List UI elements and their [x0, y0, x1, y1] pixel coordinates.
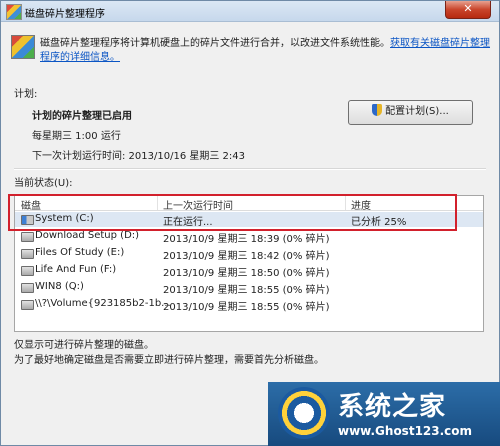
hard-drive-icon [21, 283, 34, 293]
dialog-content: 磁盘碎片整理程序将计算机硬盘上的碎片文件进行合并，以改进文件系统性能。获取有关磁… [8, 23, 492, 443]
disk-row-d[interactable]: Download Setup (D:) 2013/10/9 星期三 18:39 … [15, 229, 483, 245]
hard-drive-icon [21, 300, 34, 310]
disk-last-run: 2013/10/9 星期三 18:55 (0% 碎片) [163, 302, 330, 313]
close-button[interactable]: ✕ [445, 1, 491, 19]
disk-last-run: 2013/10/9 星期三 18:42 (0% 碎片) [163, 251, 330, 262]
disk-list[interactable]: 磁盘 上一次运行时间 进度 System (C:) 正在运行... 已分析 25… [14, 195, 484, 332]
defrag-app-icon [6, 4, 22, 20]
disk-row-c[interactable]: System (C:) 正在运行... 已分析 25% [15, 212, 483, 228]
disk-name: Life And Fun (F:) [35, 264, 117, 275]
column-progress[interactable]: 进度 [351, 197, 371, 212]
section-divider [14, 168, 486, 170]
hard-drive-icon [21, 249, 34, 259]
intro-text: 磁盘碎片整理程序将计算机硬盘上的碎片文件进行合并，以改进文件系统性能。 [40, 38, 390, 49]
disk-last-run: 2013/10/9 星期三 18:55 (0% 碎片) [163, 285, 330, 296]
schedule-frequency: 每星期三 1:00 运行 [32, 131, 121, 142]
configure-schedule-button[interactable]: 配置计划(S)... [348, 100, 473, 125]
column-divider[interactable] [345, 196, 346, 210]
disk-list-header: 磁盘 上一次运行时间 进度 [15, 196, 483, 212]
disk-name: Download Setup (D:) [35, 230, 140, 241]
disk-name: WIN8 (Q:) [35, 281, 84, 292]
disk-last-run: 正在运行... [163, 217, 213, 228]
intro-description: 磁盘碎片整理程序将计算机硬盘上的碎片文件进行合并，以改进文件系统性能。获取有关磁… [40, 37, 490, 65]
disk-row-volume[interactable]: \\?\Volume{923185b2-1b... 2013/10/9 星期三 … [15, 297, 483, 313]
system-drive-icon [21, 215, 34, 225]
hard-drive-icon [21, 266, 34, 276]
hard-drive-icon [21, 232, 34, 242]
disk-row-q[interactable]: WIN8 (Q:) 2013/10/9 星期三 18:55 (0% 碎片) [15, 280, 483, 296]
disk-last-run: 2013/10/9 星期三 18:39 (0% 碎片) [163, 234, 330, 245]
watermark-logo-icon [278, 387, 330, 439]
title-bar: 磁盘碎片整理程序 ✕ [1, 1, 499, 22]
column-disk[interactable]: 磁盘 [21, 197, 41, 212]
disk-row-f[interactable]: Life And Fun (F:) 2013/10/9 星期三 18:50 (0… [15, 263, 483, 279]
disk-name: System (C:) [35, 213, 94, 224]
column-divider[interactable] [455, 196, 456, 210]
status-section-label: 当前状态(U): [14, 178, 73, 189]
uac-shield-icon [372, 104, 383, 116]
schedule-status: 计划的碎片整理已启用 [32, 111, 132, 122]
schedule-next-run: 下一次计划运行时间: 2013/10/16 星期三 2:43 [32, 151, 245, 162]
disk-name: Files Of Study (E:) [35, 247, 125, 258]
defrag-large-icon [11, 35, 35, 59]
window-title: 磁盘碎片整理程序 [25, 9, 105, 20]
footer-note-1: 仅显示可进行碎片整理的磁盘。 [14, 340, 154, 351]
column-last-run[interactable]: 上一次运行时间 [163, 197, 233, 212]
disk-last-run: 2013/10/9 星期三 18:50 (0% 碎片) [163, 268, 330, 279]
schedule-section-label: 计划: [14, 89, 38, 100]
configure-schedule-label: 配置计划(S)... [385, 106, 449, 117]
watermark-title: 系统之家 [338, 392, 447, 422]
disk-name: \\?\Volume{923185b2-1b... [35, 298, 171, 309]
watermark-banner: 系统之家 www.Ghost123.com [268, 382, 500, 446]
defrag-window: 磁盘碎片整理程序 ✕ 磁盘碎片整理程序将计算机硬盘上的碎片文件进行合并，以改进文… [0, 0, 500, 446]
column-divider[interactable] [157, 196, 158, 210]
watermark-url: www.Ghost123.com [338, 424, 473, 438]
footer-note-2: 为了最好地确定磁盘是否需要立即进行碎片整理，需要首先分析磁盘。 [14, 355, 324, 366]
disk-progress: 已分析 25% [351, 217, 407, 228]
disk-row-e[interactable]: Files Of Study (E:) 2013/10/9 星期三 18:42 … [15, 246, 483, 262]
